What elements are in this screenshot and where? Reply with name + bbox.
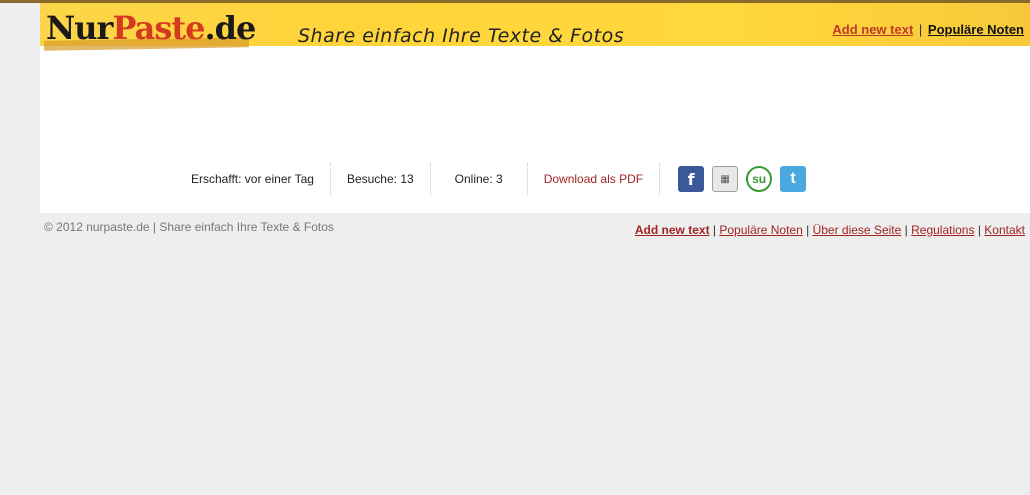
footer-nav: Add new text | Populäre Noten | Über die… [635,223,1025,237]
footer-add-new-text-link[interactable]: Add new text [635,223,710,237]
download-pdf-link[interactable]: Download als PDF [528,163,661,195]
header-nav-separator: | [918,22,923,37]
logo-text-nur: Nur [46,9,113,47]
content-wrapper: NurPaste.de Share einfach Ihre Texte & F… [40,3,1030,213]
site-logo[interactable]: NurPaste.de [46,9,256,47]
footer-contact-link[interactable]: Kontakt [984,223,1025,237]
created-stat: Erschafft: vor einer Tag [175,163,331,195]
header-add-new-text-link[interactable]: Add new text [832,22,913,37]
facebook-icon[interactable]: f [678,166,705,192]
paste-stats-bar: Erschafft: vor einer Tag Besuche: 13 Onl… [175,163,822,195]
footer-popular-notes-link[interactable]: Populäre Noten [719,223,802,237]
logo-text-de: .de [204,9,256,47]
footer-nav-separator: | [712,223,717,237]
site-header: NurPaste.de Share einfach Ihre Texte & F… [40,3,1030,51]
copyright-text: © 2012 nurpaste.de | Share einfach Ihre … [44,220,334,234]
visits-stat: Besuche: 13 [331,163,431,195]
social-share-group: f ▦ su t [660,163,822,195]
online-stat: Online: 3 [431,163,528,195]
stumbleupon-icon[interactable]: su [746,166,773,192]
header-nav: Add new text | Populäre Noten [832,22,1024,37]
footer-nav-separator: | [904,223,908,237]
logo-text-paste: Paste [112,9,205,47]
header-popular-notes-link[interactable]: Populäre Noten [928,22,1024,37]
twitter-icon[interactable]: t [780,166,807,192]
footer-nav-separator: | [806,223,810,237]
digg-icon[interactable]: ▦ [712,166,739,192]
footer-about-link[interactable]: Über diese Seite [813,223,902,237]
footer-regulations-link[interactable]: Regulations [911,223,974,237]
site-tagline: Share einfach Ihre Texte & Fotos [298,25,625,47]
footer-nav-separator: | [977,223,981,237]
